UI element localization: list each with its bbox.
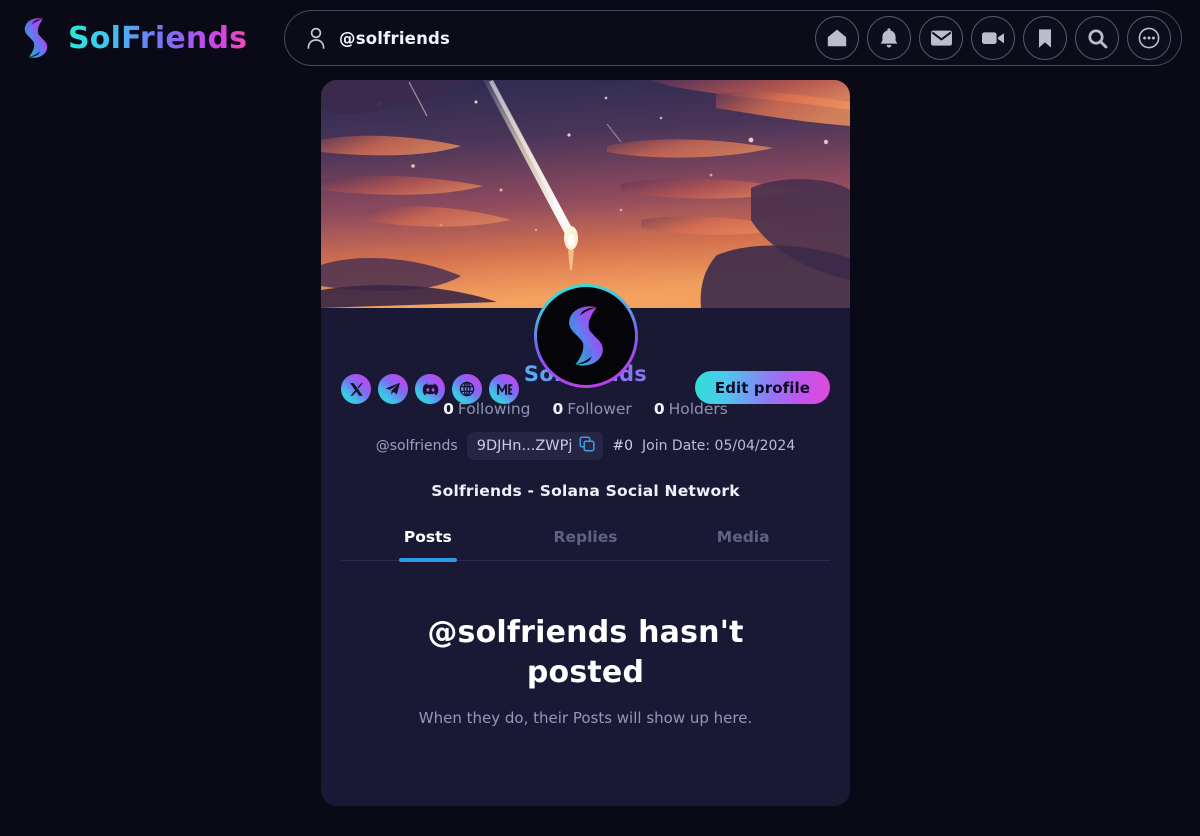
token-id: #0 bbox=[612, 438, 634, 454]
profile-bio: Solfriends - Solana Social Network bbox=[431, 482, 740, 500]
globe-website-icon bbox=[459, 381, 475, 397]
wallet-address-text: 9DJHn...ZWPj bbox=[476, 438, 573, 454]
nav-more-button[interactable] bbox=[1127, 16, 1171, 60]
brand[interactable]: SolFriends bbox=[16, 16, 284, 60]
solfriends-avatar-icon bbox=[555, 303, 617, 369]
current-user-handle: @solfriends bbox=[339, 28, 451, 48]
social-link-telegram[interactable] bbox=[378, 374, 408, 404]
home-icon bbox=[826, 28, 848, 48]
wallet-address-pill[interactable]: 9DJHn...ZWPj bbox=[466, 432, 604, 460]
nav-bookmarks-button[interactable] bbox=[1023, 16, 1067, 60]
social-link-discord[interactable] bbox=[415, 374, 445, 404]
search-icon bbox=[1087, 28, 1108, 49]
stat-follower-count: 0 bbox=[552, 400, 564, 418]
empty-state: @solfriends hasn't posted When they do, … bbox=[341, 561, 830, 727]
profile-handle: @solfriends bbox=[375, 438, 458, 454]
social-link-magic-eden[interactable] bbox=[489, 374, 519, 404]
nav-search-button[interactable] bbox=[1075, 16, 1119, 60]
envelope-icon bbox=[930, 29, 953, 47]
bookmark-icon bbox=[1037, 28, 1053, 49]
bell-icon bbox=[879, 27, 899, 49]
tab-posts[interactable]: Posts bbox=[349, 528, 507, 560]
more-dots-icon bbox=[1136, 25, 1162, 51]
empty-state-title: @solfriends hasn't posted bbox=[427, 615, 744, 690]
video-camera-icon bbox=[981, 30, 1005, 46]
profile-meta-row: @solfriends 9DJHn...ZWPj #0 Join Date: 0… bbox=[341, 432, 830, 460]
nav-icon-group bbox=[815, 16, 1171, 60]
top-header-bar: SolFriends @solfriends bbox=[0, 0, 1200, 76]
edit-profile-button[interactable]: Edit profile bbox=[694, 371, 830, 404]
nav-messages-button[interactable] bbox=[919, 16, 963, 60]
stat-follower[interactable]: 0 Follower bbox=[552, 400, 631, 418]
discord-icon bbox=[422, 383, 439, 396]
stat-follower-label: Follower bbox=[567, 400, 632, 418]
tab-replies[interactable]: Replies bbox=[507, 528, 665, 560]
tab-media[interactable]: Media bbox=[664, 528, 822, 560]
profile-card: Edit profile Solfriends 0Following 0Foll… bbox=[321, 80, 850, 806]
solfriends-logo-icon bbox=[16, 16, 56, 60]
profile-body: Edit profile Solfriends 0Following 0Foll… bbox=[321, 284, 850, 727]
telegram-icon bbox=[385, 382, 401, 396]
social-links bbox=[341, 374, 519, 404]
avatar-image bbox=[536, 287, 635, 385]
profile-tabs: Posts Replies Media bbox=[341, 528, 830, 561]
nav-bar: @solfriends bbox=[284, 10, 1182, 66]
join-date: Join Date: 05/04/2024 bbox=[642, 438, 796, 454]
magic-eden-icon bbox=[496, 383, 513, 396]
empty-state-subtitle: When they do, their Posts will show up h… bbox=[418, 708, 753, 727]
social-link-x[interactable] bbox=[341, 374, 371, 404]
x-twitter-icon bbox=[349, 382, 364, 397]
stat-holders-count: 0 bbox=[653, 400, 665, 418]
profile-banner bbox=[321, 80, 850, 308]
nav-notifications-button[interactable] bbox=[867, 16, 911, 60]
current-user-chip[interactable]: @solfriends bbox=[305, 26, 815, 50]
nav-home-button[interactable] bbox=[815, 16, 859, 60]
copy-icon[interactable] bbox=[579, 436, 595, 456]
avatar[interactable] bbox=[533, 284, 638, 388]
social-link-website[interactable] bbox=[452, 374, 482, 404]
brand-name: SolFriends bbox=[68, 20, 248, 56]
person-icon bbox=[305, 26, 327, 50]
nav-video-button[interactable] bbox=[971, 16, 1015, 60]
